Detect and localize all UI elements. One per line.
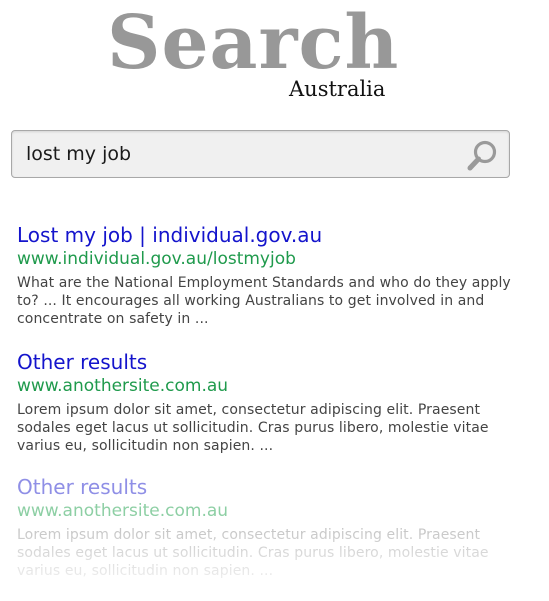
search-input[interactable] (26, 137, 456, 171)
search-result: Other results www.anothersite.com.au Lor… (17, 349, 522, 455)
result-title-link[interactable]: Other results (17, 349, 522, 375)
search-australia-logo: Search Australia (107, 2, 407, 102)
result-url[interactable]: www.anothersite.com.au (17, 375, 522, 397)
search-icon (467, 140, 497, 171)
search-result: Lost my job | individual.gov.au www.indi… (17, 222, 522, 328)
result-snippet: What are the National Employment Standar… (17, 275, 511, 327)
search-bar (11, 130, 510, 178)
result-title-link[interactable]: Lost my job | individual.gov.au (17, 222, 522, 248)
result-snippet: Lorem ipsum dolor sit amet, consectetur … (17, 527, 489, 579)
result-snippet: Lorem ipsum dolor sit amet, consectetur … (17, 402, 489, 454)
logo-main-text: Search (107, 0, 400, 86)
result-url[interactable]: www.individual.gov.au/lostmyjob (17, 248, 522, 270)
result-title-link[interactable]: Other results (17, 474, 522, 500)
result-url[interactable]: www.anothersite.com.au (17, 500, 522, 522)
search-button[interactable] (465, 137, 501, 173)
logo-sub-text: Australia (289, 77, 386, 101)
search-result: Other results www.anothersite.com.au Lor… (17, 474, 522, 580)
